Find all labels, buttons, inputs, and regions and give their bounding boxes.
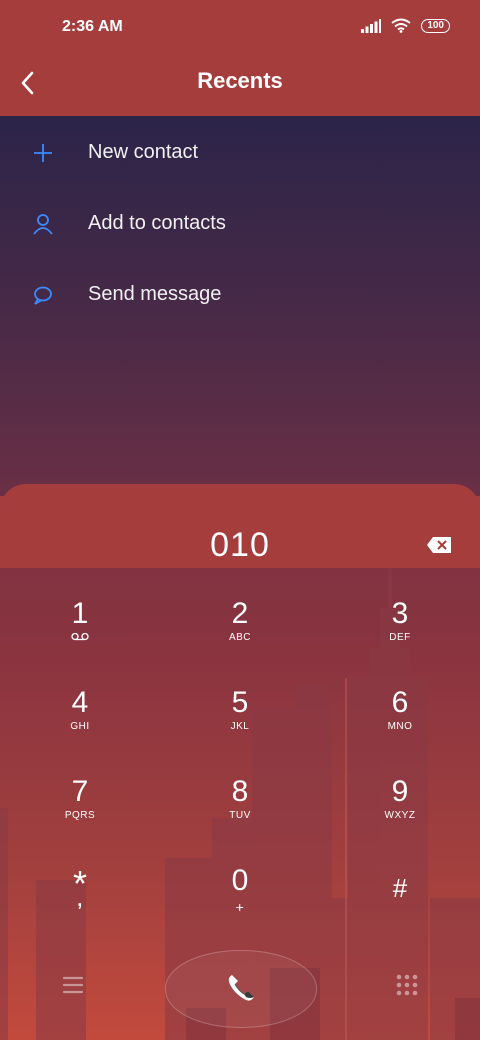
new-contact-item[interactable]: New contact xyxy=(0,123,480,183)
status-icons: 100 xyxy=(361,18,450,33)
plus-icon xyxy=(34,144,52,162)
new-contact-label: New contact xyxy=(88,141,199,163)
key-hash-digit: # xyxy=(392,873,408,903)
key-1-digit: 1 xyxy=(71,597,89,630)
key-star-letters: , xyxy=(77,890,83,910)
key-2-letters: ABC xyxy=(228,632,252,643)
status-bar: 2:36 AM 100 xyxy=(0,0,480,52)
key-2-digit: 2 xyxy=(231,597,249,630)
key-7[interactable]: 7 PQRS xyxy=(20,776,140,856)
key-9-digit: 9 xyxy=(391,775,409,808)
key-5[interactable]: 5 JKL xyxy=(180,687,300,767)
send-message-item[interactable]: Send message xyxy=(0,265,480,325)
key-8-letters: TUV xyxy=(229,810,251,821)
key-3-letters: DEF xyxy=(389,632,411,643)
voicemail-icon xyxy=(71,632,89,641)
dialer-bottom-bar xyxy=(0,950,480,1028)
phone-icon xyxy=(228,975,254,1001)
key-0-letters: + xyxy=(235,899,245,915)
key-1[interactable]: 1 xyxy=(20,598,140,678)
person-icon xyxy=(33,214,53,235)
add-to-contacts-item[interactable]: Add to contacts xyxy=(0,194,480,254)
message-bubble-icon xyxy=(34,286,52,305)
key-5-digit: 5 xyxy=(231,686,249,719)
key-6-letters: MNO xyxy=(387,721,413,732)
key-star[interactable]: * , xyxy=(20,866,140,948)
battery-indicator: 100 xyxy=(421,18,450,33)
app-bar: Recents xyxy=(0,52,480,116)
key-5-letters: JKL xyxy=(230,721,250,732)
page-title: Recents xyxy=(197,68,283,93)
key-2[interactable]: 2 ABC xyxy=(180,598,300,678)
key-4[interactable]: 4 GHI xyxy=(20,687,140,767)
keypad-grid-icon[interactable] xyxy=(394,972,420,998)
add-to-contacts-label: Add to contacts xyxy=(88,212,226,234)
recents-actions-list: New contact Add to contacts Send message xyxy=(0,116,480,496)
backspace-icon[interactable] xyxy=(426,536,452,554)
key-6[interactable]: 6 MNO xyxy=(340,687,460,767)
key-0-digit: 0 xyxy=(231,864,249,897)
dialed-number[interactable]: 010 xyxy=(0,526,480,565)
key-4-letters: GHI xyxy=(70,721,90,732)
send-message-label: Send message xyxy=(88,283,222,305)
wifi-icon xyxy=(391,18,411,33)
key-8[interactable]: 8 TUV xyxy=(180,776,300,856)
key-9-letters: WXYZ xyxy=(384,810,416,821)
call-button[interactable] xyxy=(165,950,317,1028)
key-7-digit: 7 xyxy=(71,775,89,808)
number-display-bar: 010 xyxy=(0,484,480,568)
key-8-digit: 8 xyxy=(231,775,249,808)
key-0[interactable]: 0 + xyxy=(180,865,300,945)
key-9[interactable]: 9 WXYZ xyxy=(340,776,460,856)
key-4-digit: 4 xyxy=(71,686,89,719)
key-hash[interactable]: # xyxy=(340,872,460,952)
key-7-letters: PQRS xyxy=(64,810,96,821)
key-3[interactable]: 3 DEF xyxy=(340,598,460,678)
signal-icon xyxy=(361,18,382,33)
key-3-digit: 3 xyxy=(391,597,409,630)
status-time: 2:36 AM xyxy=(62,18,123,35)
menu-icon[interactable] xyxy=(60,974,86,996)
key-6-digit: 6 xyxy=(391,686,409,719)
